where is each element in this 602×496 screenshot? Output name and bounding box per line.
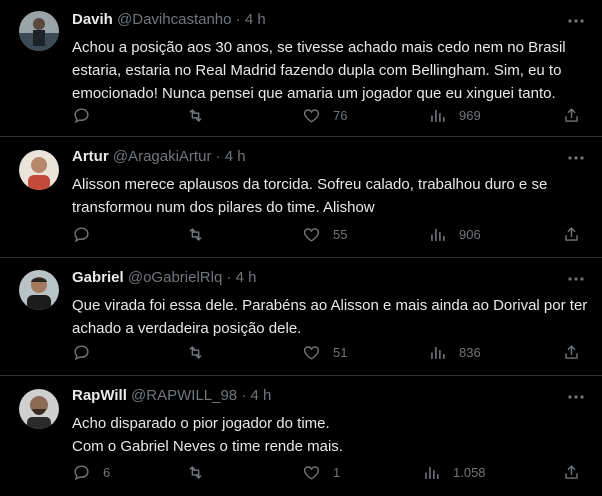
like-button[interactable]: 55 xyxy=(302,225,347,244)
user-handle[interactable]: @RAPWILL_98 xyxy=(131,387,237,404)
separator-dot: · xyxy=(235,11,241,28)
heart-icon xyxy=(302,343,321,362)
timestamp[interactable]: 4 h xyxy=(225,148,246,165)
reply-count: 6 xyxy=(103,465,111,480)
share-button[interactable] xyxy=(562,225,581,244)
separator-dot: · xyxy=(241,387,247,404)
views-button[interactable]: 969 xyxy=(428,106,481,125)
tweet-text-line: transformou num dos pilares do time. Ali… xyxy=(72,199,375,216)
like-count: 51 xyxy=(333,345,348,360)
tweet-text: Acho disparado o pior jogador do time. C… xyxy=(72,412,588,458)
tweet-actions: 55 906 xyxy=(72,225,586,247)
reply-button[interactable]: 6 xyxy=(72,463,110,482)
timestamp[interactable]: 4 h xyxy=(236,269,257,286)
views-button[interactable]: 1.058 xyxy=(422,463,486,482)
share-icon xyxy=(562,343,581,362)
views-button[interactable]: 906 xyxy=(428,225,481,244)
tweet-actions: 51 836 xyxy=(72,343,586,365)
views-chart-icon xyxy=(428,106,447,125)
share-icon xyxy=(562,225,581,244)
share-button[interactable] xyxy=(562,343,581,362)
user-handle[interactable]: @AragakiArtur xyxy=(113,148,212,165)
tweet-text-line: achado a verdadeira posição dele. xyxy=(72,320,302,337)
separator-dot: · xyxy=(226,269,232,286)
user-handle[interactable]: @oGabrielRlq xyxy=(128,269,222,286)
tweet-text-line: Alisson merece aplausos da torcida. Sofr… xyxy=(72,176,548,193)
more-horizontal-icon[interactable] xyxy=(566,387,586,407)
tweet-header: Artur @AragakiArtur · 4 h xyxy=(72,148,246,165)
retweet-icon xyxy=(186,463,205,482)
more-horizontal-icon[interactable] xyxy=(566,11,586,31)
views-chart-icon xyxy=(428,343,447,362)
timestamp[interactable]: 4 h xyxy=(245,11,266,28)
views-chart-icon xyxy=(422,463,441,482)
tweet-text: Alisson merece aplausos da torcida. Sofr… xyxy=(72,173,588,219)
display-name[interactable]: Gabriel xyxy=(72,269,124,286)
tweet-text-line: Com o Gabriel Neves o time rende mais. xyxy=(72,438,343,455)
display-name[interactable]: Davih xyxy=(72,11,113,28)
tweet-text-line: estaria, estaria no Real Madrid fazendo … xyxy=(72,62,562,79)
view-count: 1.058 xyxy=(453,465,486,480)
tweet-rapwill[interactable]: RapWill @RAPWILL_98 · 4 h Acho disparado… xyxy=(0,376,602,496)
share-button[interactable] xyxy=(562,463,581,482)
tweet-text: Que virada foi essa dele. Parabéns ao Al… xyxy=(72,294,588,340)
tweet-text-line: Acho disparado o pior jogador do time. xyxy=(72,415,330,432)
like-count: 1 xyxy=(333,465,341,480)
view-count: 969 xyxy=(459,108,481,123)
user-handle[interactable]: @Davihcastanho xyxy=(117,11,231,28)
tweet-header: Davih @Davihcastanho · 4 h xyxy=(72,11,266,28)
timestamp[interactable]: 4 h xyxy=(251,387,272,404)
like-count: 55 xyxy=(333,227,348,242)
display-name[interactable]: Artur xyxy=(72,148,109,165)
tweet-actions: 6 1 1.058 xyxy=(72,463,586,485)
heart-icon xyxy=(302,225,321,244)
more-horizontal-icon[interactable] xyxy=(566,148,586,168)
tweet-header: Gabriel @oGabrielRlq · 4 h xyxy=(72,269,257,286)
reply-icon xyxy=(72,225,91,244)
tweet-text-line: Achou a posição aos 30 anos, se tivesse … xyxy=(72,39,566,56)
share-button[interactable] xyxy=(562,106,581,125)
reply-button[interactable] xyxy=(72,343,103,362)
retweet-button[interactable] xyxy=(186,343,217,362)
share-icon xyxy=(562,463,581,482)
tweet-davih[interactable]: Davih @Davihcastanho · 4 h Achou a posiç… xyxy=(0,0,602,137)
avatar[interactable] xyxy=(19,150,59,190)
retweet-icon xyxy=(186,106,205,125)
avatar[interactable] xyxy=(19,11,59,51)
tweet-header: RapWill @RAPWILL_98 · 4 h xyxy=(72,387,271,404)
reply-icon xyxy=(72,106,91,125)
retweet-icon xyxy=(186,343,205,362)
views-chart-icon xyxy=(428,225,447,244)
reply-button[interactable] xyxy=(72,225,103,244)
retweet-icon xyxy=(186,225,205,244)
retweet-button[interactable] xyxy=(186,463,217,482)
like-count: 76 xyxy=(333,108,348,123)
heart-icon xyxy=(302,106,321,125)
reply-icon xyxy=(72,343,91,362)
tweet-artur[interactable]: Artur @AragakiArtur · 4 h Alisson merece… xyxy=(0,137,602,258)
display-name[interactable]: RapWill xyxy=(72,387,127,404)
avatar[interactable] xyxy=(19,389,59,429)
retweet-button[interactable] xyxy=(186,106,217,125)
separator-dot: · xyxy=(215,148,221,165)
tweet-actions: 76 969 xyxy=(72,106,586,128)
more-horizontal-icon[interactable] xyxy=(566,269,586,289)
like-button[interactable]: 51 xyxy=(302,343,347,362)
view-count: 836 xyxy=(459,345,481,360)
retweet-button[interactable] xyxy=(186,225,217,244)
heart-icon xyxy=(302,463,321,482)
like-button[interactable]: 1 xyxy=(302,463,340,482)
avatar[interactable] xyxy=(19,270,59,310)
tweet-text-line: Que virada foi essa dele. Parabéns ao Al… xyxy=(72,297,588,314)
views-button[interactable]: 836 xyxy=(428,343,481,362)
tweet-text: Achou a posição aos 30 anos, se tivesse … xyxy=(72,36,588,105)
share-icon xyxy=(562,106,581,125)
reply-button[interactable] xyxy=(72,106,103,125)
reply-icon xyxy=(72,463,91,482)
tweet-text-line: emocionado! Nunca pensei que amaria um j… xyxy=(72,85,556,102)
view-count: 906 xyxy=(459,227,481,242)
like-button[interactable]: 76 xyxy=(302,106,347,125)
tweet-gabriel[interactable]: Gabriel @oGabrielRlq · 4 h Que virada fo… xyxy=(0,258,602,376)
